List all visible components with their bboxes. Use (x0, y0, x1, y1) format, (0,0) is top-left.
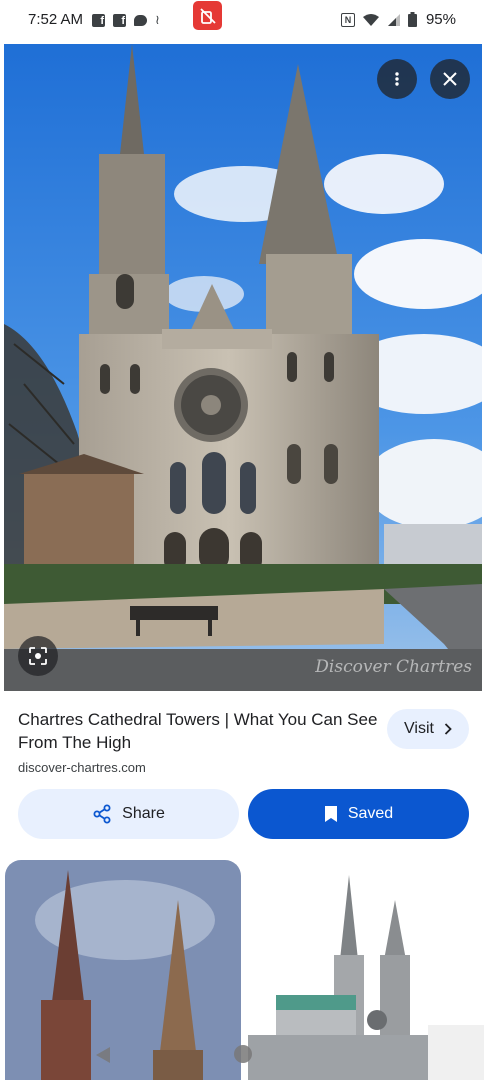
lens-search-button[interactable] (18, 636, 58, 676)
status-bar: 7:52 AM f f ≀ N 95% (0, 0, 486, 40)
related-image-thumbnail[interactable] (5, 860, 241, 1080)
visit-label: Visit (404, 720, 434, 737)
swirl-icon: ≀ (155, 12, 160, 27)
status-time: 7:52 AM (28, 11, 84, 28)
back-icon[interactable] (94, 1046, 112, 1064)
related-image-thumbnail[interactable] (248, 860, 484, 1080)
battery-icon (407, 12, 417, 27)
chat-bubble-icon (134, 14, 147, 26)
home-icon[interactable] (234, 1045, 252, 1063)
system-icons: N 95% (340, 11, 456, 28)
facebook-icon: f (113, 13, 126, 27)
lens-icon (29, 647, 47, 665)
chevron-right-icon (444, 723, 452, 735)
result-domain: discover-chartres.com (18, 760, 146, 775)
saved-button[interactable]: Saved (248, 789, 469, 839)
wifi-icon (362, 13, 379, 26)
share-button[interactable]: Share (18, 789, 239, 839)
result-title[interactable]: Chartres Cathedral Towers | What You Can… (18, 708, 378, 754)
facebook-icon: f (92, 13, 105, 27)
notification-icons: f f ≀ (92, 12, 160, 28)
do-not-disturb-icon (193, 1, 222, 30)
image-watermark: Discover Chartres (315, 657, 472, 677)
cathedral-main-image[interactable]: Discover Chartres (4, 44, 482, 691)
share-label: Share (122, 805, 165, 822)
result-info: Chartres Cathedral Towers | What You Can… (18, 708, 378, 775)
more-vert-icon (395, 72, 399, 86)
saved-label: Saved (347, 805, 394, 822)
nfc-icon: N (340, 12, 355, 27)
close-icon (443, 72, 457, 86)
visit-button[interactable]: Visit (387, 709, 469, 749)
signal-icon (387, 13, 400, 26)
battery-percent: 95% (425, 11, 456, 28)
share-icon (93, 804, 111, 824)
bookmark-icon (324, 806, 337, 822)
more-options-button[interactable] (377, 59, 417, 99)
close-button[interactable] (430, 59, 470, 99)
